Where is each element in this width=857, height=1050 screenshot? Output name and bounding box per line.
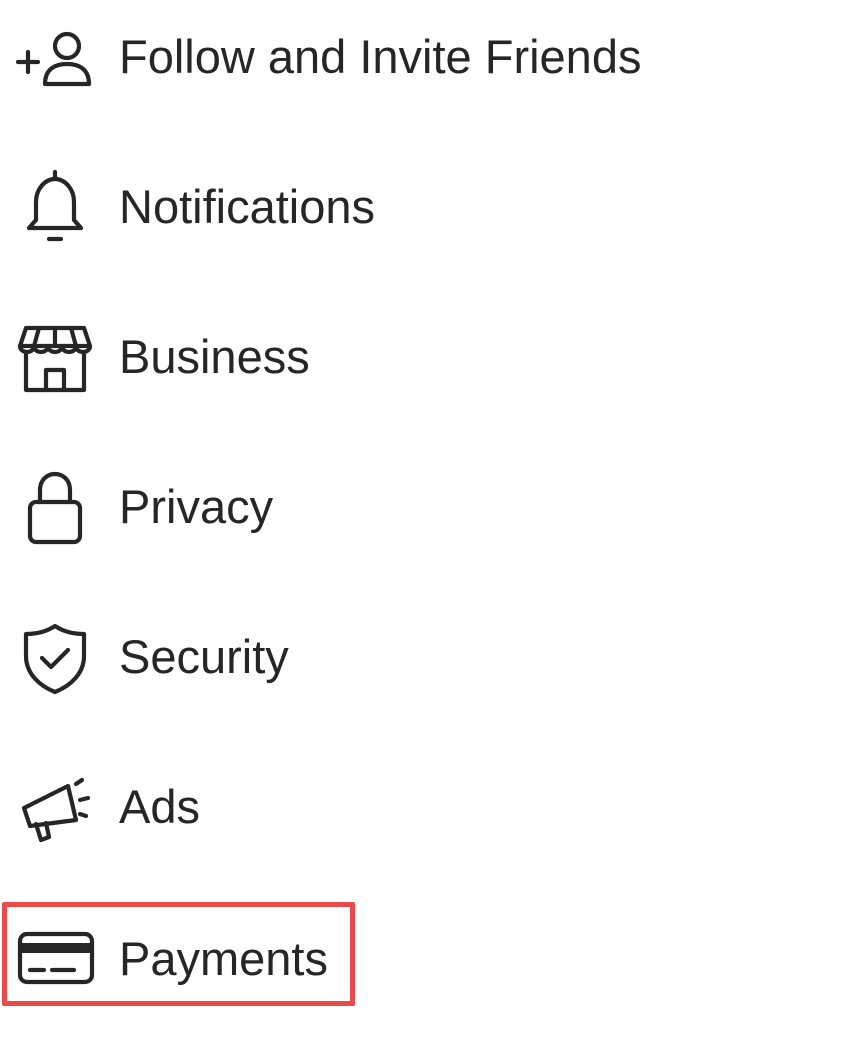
menu-item-label: Business bbox=[119, 330, 310, 383]
menu-item-label: Ads bbox=[119, 780, 200, 833]
menu-item-privacy[interactable]: Privacy bbox=[0, 450, 857, 600]
lock-icon bbox=[14, 464, 98, 548]
menu-item-security[interactable]: Security bbox=[0, 600, 857, 750]
menu-item-notifications[interactable]: Notifications bbox=[0, 150, 857, 300]
highlight-box bbox=[2, 902, 355, 1006]
storefront-icon bbox=[14, 314, 98, 398]
menu-item-business[interactable]: Business bbox=[0, 300, 857, 450]
add-friend-icon bbox=[14, 14, 98, 98]
menu-item-label: Security bbox=[119, 630, 289, 683]
megaphone-icon bbox=[14, 764, 98, 848]
bell-icon bbox=[14, 164, 98, 248]
menu-item-label: Follow and Invite Friends bbox=[119, 30, 642, 83]
menu-item-ads[interactable]: Ads bbox=[0, 750, 857, 900]
shield-check-icon bbox=[14, 614, 98, 698]
menu-item-label: Notifications bbox=[119, 180, 375, 233]
settings-menu: Follow and Invite Friends Notifications … bbox=[0, 0, 857, 1024]
menu-item-follow-invite-friends[interactable]: Follow and Invite Friends bbox=[0, 0, 857, 150]
menu-item-label: Privacy bbox=[119, 480, 274, 533]
